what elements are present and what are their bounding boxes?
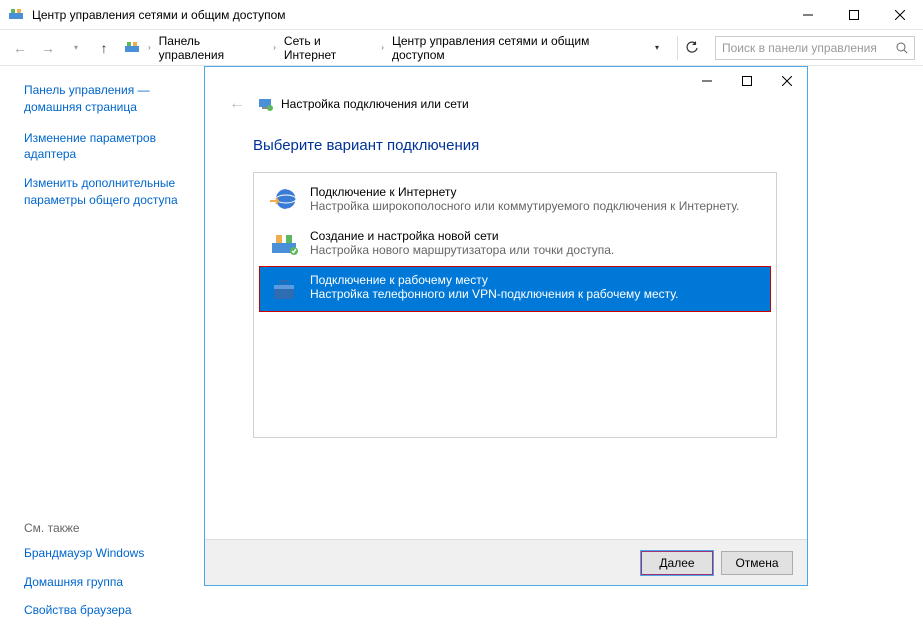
minimize-button[interactable] <box>785 0 831 29</box>
back-button[interactable]: ← <box>8 36 32 60</box>
option-text: Подключение к Интернету Настройка широко… <box>310 185 762 213</box>
search-placeholder: Поиск в панели управления <box>722 41 896 55</box>
option-text: Подключение к рабочему месту Настройка т… <box>310 273 762 301</box>
dialog-header: ← Настройка подключения или сети <box>225 95 787 113</box>
location-icon <box>124 40 140 56</box>
breadcrumb-segment[interactable]: Панель управления <box>155 32 270 64</box>
up-button[interactable]: ↑ <box>92 36 116 60</box>
sidebar-link-adapter[interactable]: Изменение параметров адаптера <box>24 130 178 164</box>
dialog-maximize-button[interactable] <box>727 67 767 95</box>
search-icon <box>896 42 908 54</box>
next-button[interactable]: Далее <box>641 551 713 575</box>
close-button[interactable] <box>877 0 923 29</box>
option-internet[interactable]: Подключение к Интернету Настройка широко… <box>260 179 770 223</box>
chevron-right-icon: › <box>273 43 276 52</box>
navigation-bar: ← → ▾ ↑ › Панель управления › Сеть и Инт… <box>0 30 923 66</box>
connection-options-list: Подключение к Интернету Настройка широко… <box>253 172 777 438</box>
globe-icon <box>268 185 300 217</box>
connection-wizard-dialog: ← Настройка подключения или сети Выберит… <box>204 66 808 586</box>
maximize-button[interactable] <box>831 0 877 29</box>
dialog-title: Настройка подключения или сети <box>281 97 469 111</box>
dialog-footer: Далее Отмена <box>205 539 807 585</box>
option-title: Подключение к Интернету <box>310 185 762 199</box>
chevron-right-icon: › <box>381 43 384 52</box>
option-desc: Настройка нового маршрутизатора или точк… <box>310 243 762 257</box>
chevron-right-icon: › <box>148 43 151 52</box>
breadcrumb-segment[interactable]: Сеть и Интернет <box>280 32 377 64</box>
search-input[interactable]: Поиск в панели управления <box>715 36 915 60</box>
dialog-heading: Выберите вариант подключения <box>253 137 787 154</box>
option-desc: Настройка широкополосного или коммутируе… <box>310 199 762 213</box>
dialog-minimize-button[interactable] <box>687 67 727 95</box>
dialog-close-button[interactable] <box>767 67 807 95</box>
window-titlebar: Центр управления сетями и общим доступом <box>0 0 923 30</box>
dialog-titlebar <box>205 67 807 95</box>
see-also-browser[interactable]: Свойства браузера <box>24 602 178 619</box>
sidebar-link-sharing[interactable]: Изменить дополнительные параметры общего… <box>24 175 178 209</box>
option-new-network[interactable]: Создание и настройка новой сети Настройк… <box>260 223 770 267</box>
window-controls <box>785 0 923 29</box>
briefcase-icon <box>268 273 300 305</box>
dialog-body: ← Настройка подключения или сети Выберит… <box>205 95 807 438</box>
option-workplace[interactable]: Подключение к рабочему месту Настройка т… <box>260 267 770 311</box>
cancel-button[interactable]: Отмена <box>721 551 793 575</box>
option-title: Создание и настройка новой сети <box>310 229 762 243</box>
recent-dropdown[interactable]: ▾ <box>64 36 88 60</box>
address-dropdown[interactable]: ▾ <box>645 36 669 60</box>
sidebar: Панель управления — домашняя страница Из… <box>0 66 190 634</box>
see-also-homegroup[interactable]: Домашняя группа <box>24 574 178 591</box>
main-area: ← Настройка подключения или сети Выберит… <box>190 66 923 634</box>
forward-button[interactable]: → <box>36 36 60 60</box>
refresh-button[interactable] <box>677 36 705 60</box>
see-also-firewall[interactable]: Брандмауэр Windows <box>24 545 178 562</box>
app-icon <box>8 7 24 23</box>
sidebar-home-link[interactable]: Панель управления — домашняя страница <box>24 82 178 116</box>
breadcrumb-segment[interactable]: Центр управления сетями и общим доступом <box>388 32 641 64</box>
breadcrumb: › Панель управления › Сеть и Интернет › … <box>148 32 641 64</box>
option-desc: Настройка телефонного или VPN-подключени… <box>310 287 762 301</box>
content-area: Панель управления — домашняя страница Из… <box>0 66 923 634</box>
option-title: Подключение к рабочему месту <box>310 273 762 287</box>
option-text: Создание и настройка новой сети Настройк… <box>310 229 762 257</box>
router-icon <box>268 229 300 261</box>
dialog-back-button[interactable]: ← <box>225 95 249 113</box>
sidebar-spacer <box>24 221 178 521</box>
wizard-icon <box>257 96 273 112</box>
window-title: Центр управления сетями и общим доступом <box>32 8 785 22</box>
see-also-title: См. также <box>24 521 178 535</box>
